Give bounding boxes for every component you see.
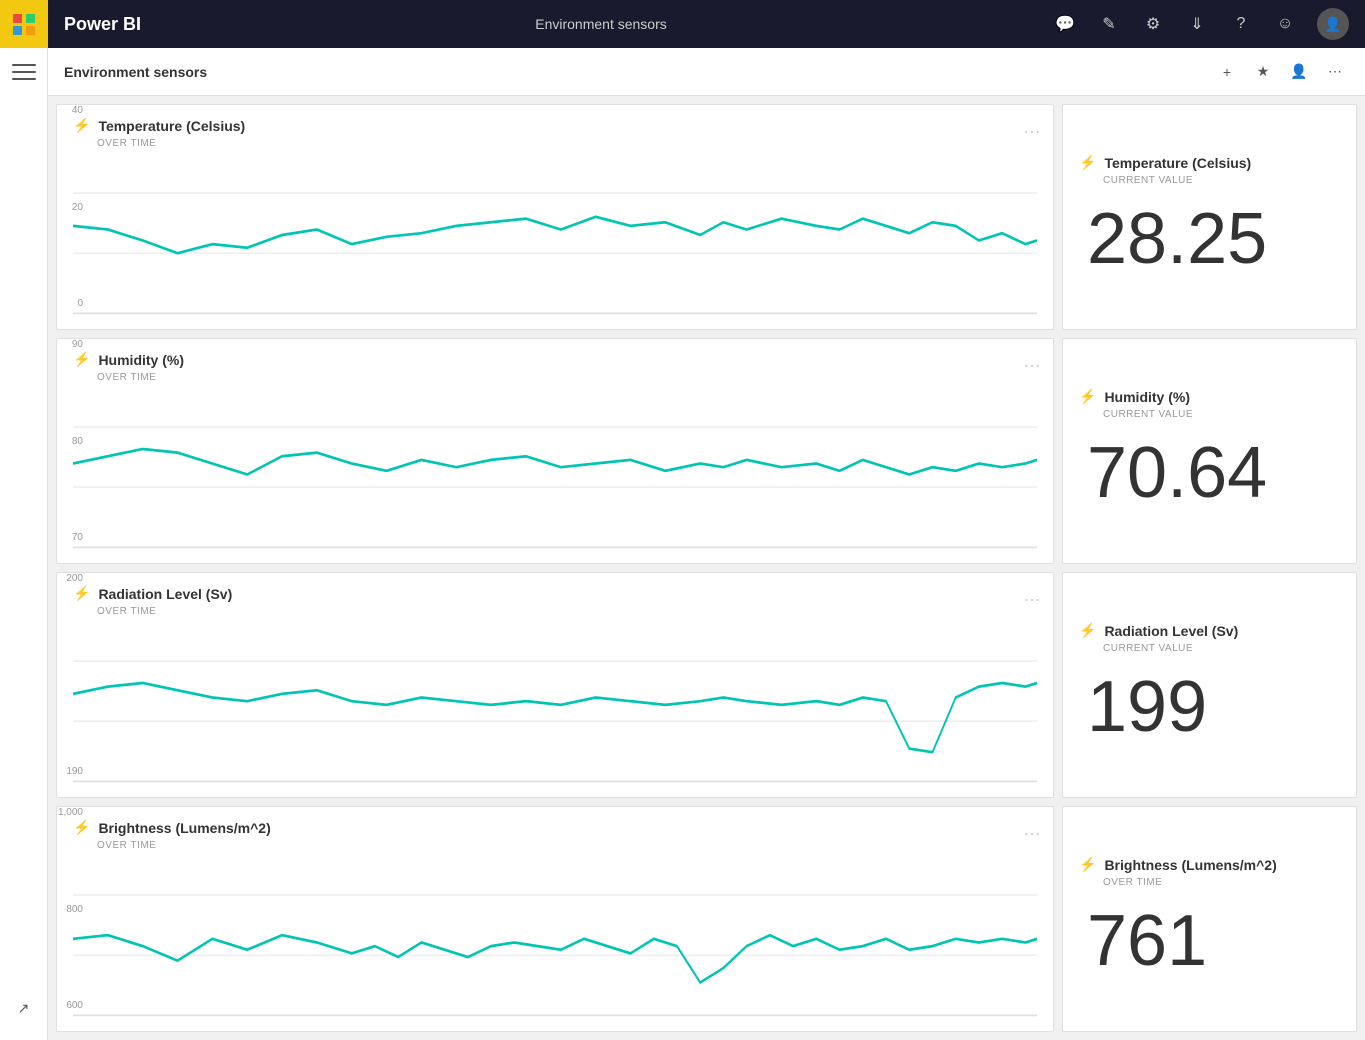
- help-icon[interactable]: ?: [1221, 4, 1261, 44]
- radiation-value-card: ⚡ Radiation Level (Sv) CURRENT VALUE 199: [1062, 572, 1357, 798]
- humidity-chart-subtitle: OVER TIME: [97, 372, 1037, 383]
- humidity-chart-card: ⚡ Humidity (%) … OVER TIME 90 80 70: [56, 338, 1054, 564]
- comment-icon[interactable]: 💬: [1045, 4, 1085, 44]
- logo-grid: [13, 14, 35, 35]
- lightning-icon-2: ⚡: [1079, 154, 1096, 171]
- download-icon[interactable]: ⇓: [1177, 4, 1217, 44]
- share-button[interactable]: 👤: [1285, 58, 1313, 86]
- temperature-value-title: Temperature (Celsius): [1104, 155, 1251, 171]
- humidity-value-header: ⚡ Humidity (%): [1079, 388, 1190, 405]
- dashboard: ⚡ Temperature (Celsius) … OVER TIME 40 2…: [48, 96, 1365, 1040]
- topbar-title: Environment sensors: [157, 16, 1045, 32]
- radiation-chart-card: ⚡ Radiation Level (Sv) … OVER TIME 200 1…: [56, 572, 1054, 798]
- brightness-chart-container: 5:59:30 PM 5:59:40 PM 5:59:50 PM 6:00:00…: [73, 855, 1037, 1019]
- gear-icon[interactable]: ⚙: [1133, 4, 1173, 44]
- temperature-chart-container: 5:59:30 PM 5:59:40 PM 5:59:50 PM 6:00:00…: [73, 153, 1037, 317]
- humidity-chart-more[interactable]: …: [1023, 351, 1041, 372]
- radiation-chart-title: Radiation Level (Sv): [98, 586, 232, 602]
- brightness-chart-subtitle: OVER TIME: [97, 840, 1037, 851]
- radiation-svg: [73, 621, 1037, 785]
- radiation-chart-header: ⚡ Radiation Level (Sv) …: [73, 585, 1037, 602]
- brightness-chart-more[interactable]: …: [1023, 819, 1041, 840]
- app-logo: [0, 0, 48, 48]
- app-name: Power BI: [48, 14, 157, 35]
- brightness-chart-area: 1,000 800 600 5:59:30 PM 5:: [73, 855, 1037, 1019]
- go-to-icon[interactable]: ↗: [8, 992, 40, 1024]
- brightness-value-title: Brightness (Lumens/m^2): [1104, 857, 1276, 873]
- humidity-chart-header: ⚡ Humidity (%) …: [73, 351, 1037, 368]
- brightness-chart-header: ⚡ Brightness (Lumens/m^2) …: [73, 819, 1037, 836]
- more-button[interactable]: ⋯: [1321, 58, 1349, 86]
- content-area: Environment sensors + ★ 👤 ⋯ ⚡ Temperatur…: [48, 48, 1365, 1040]
- sidebar: ↗: [0, 48, 48, 1040]
- humidity-value-card: ⚡ Humidity (%) CURRENT VALUE 70.64: [1062, 338, 1357, 564]
- add-button[interactable]: +: [1213, 58, 1241, 86]
- temperature-value-card: ⚡ Temperature (Celsius) CURRENT VALUE 28…: [1062, 104, 1357, 330]
- content-header: Environment sensors + ★ 👤 ⋯: [48, 48, 1365, 96]
- brightness-value-subtitle: OVER TIME: [1103, 877, 1162, 888]
- radiation-value-title: Radiation Level (Sv): [1104, 623, 1238, 639]
- radiation-value-header: ⚡ Radiation Level (Sv): [1079, 622, 1238, 639]
- brightness-value: 761: [1079, 900, 1207, 982]
- pencil-icon[interactable]: ✎: [1089, 4, 1129, 44]
- temperature-value: 28.25: [1079, 198, 1267, 280]
- lightning-icon-6: ⚡: [1079, 622, 1096, 639]
- brightness-chart-title: Brightness (Lumens/m^2): [98, 820, 270, 836]
- brightness-value-header: ⚡ Brightness (Lumens/m^2): [1079, 856, 1277, 873]
- radiation-chart-area: 200 190 5:59:30 PM 5:59:40 PM: [73, 621, 1037, 785]
- sidebar-bottom: ↗: [8, 992, 40, 1024]
- temperature-value-header: ⚡ Temperature (Celsius): [1079, 154, 1251, 171]
- humidity-value: 70.64: [1079, 432, 1267, 514]
- temperature-chart-subtitle: OVER TIME: [97, 138, 1037, 149]
- temperature-chart-title: Temperature (Celsius): [98, 118, 245, 134]
- humidity-chart-area: 90 80 70 5:59:30 PM 5:59:40: [73, 387, 1037, 551]
- radiation-chart-container: 5:59:30 PM 5:59:40 PM 5:59:50 PM 6:00:00…: [73, 621, 1037, 785]
- radiation-chart-subtitle: OVER TIME: [97, 606, 1037, 617]
- temperature-chart-header: ⚡ Temperature (Celsius) …: [73, 117, 1037, 134]
- temperature-value-subtitle: CURRENT VALUE: [1103, 175, 1193, 186]
- humidity-value-subtitle: CURRENT VALUE: [1103, 409, 1193, 420]
- humidity-chart-container: 5:59:30 PM 5:59:40 PM 5:59:50 PM 6:00:00…: [73, 387, 1037, 551]
- page-title: Environment sensors: [64, 64, 1213, 80]
- topbar: Power BI Environment sensors 💬 ✎ ⚙ ⇓ ? ☺…: [0, 0, 1365, 48]
- radiation-chart-more[interactable]: …: [1023, 585, 1041, 606]
- lightning-icon-4: ⚡: [1079, 388, 1096, 405]
- humidity-chart-title: Humidity (%): [98, 352, 184, 368]
- temperature-svg: [73, 153, 1037, 317]
- header-actions: + ★ 👤 ⋯: [1213, 58, 1349, 86]
- lightning-icon-8: ⚡: [1079, 856, 1096, 873]
- humidity-svg: [73, 387, 1037, 551]
- temperature-chart-area: 40 20 0 5:59:30 PM 5:59:40: [73, 153, 1037, 317]
- avatar[interactable]: 👤: [1317, 8, 1349, 40]
- humidity-value-title: Humidity (%): [1104, 389, 1190, 405]
- favorite-button[interactable]: ★: [1249, 58, 1277, 86]
- radiation-value-subtitle: CURRENT VALUE: [1103, 643, 1193, 654]
- temperature-chart-more[interactable]: …: [1023, 117, 1041, 138]
- temperature-chart-card: ⚡ Temperature (Celsius) … OVER TIME 40 2…: [56, 104, 1054, 330]
- topbar-icons: 💬 ✎ ⚙ ⇓ ? ☺ 👤: [1045, 4, 1365, 44]
- brightness-chart-card: ⚡ Brightness (Lumens/m^2) … OVER TIME 1,…: [56, 806, 1054, 1032]
- radiation-value: 199: [1079, 666, 1207, 748]
- hamburger-menu[interactable]: [8, 56, 40, 88]
- main-layout: ↗ Environment sensors + ★ 👤 ⋯ ⚡ Temperat…: [0, 48, 1365, 1040]
- brightness-svg: [73, 855, 1037, 1019]
- smiley-icon[interactable]: ☺: [1265, 4, 1305, 44]
- brightness-value-card: ⚡ Brightness (Lumens/m^2) OVER TIME 761: [1062, 806, 1357, 1032]
